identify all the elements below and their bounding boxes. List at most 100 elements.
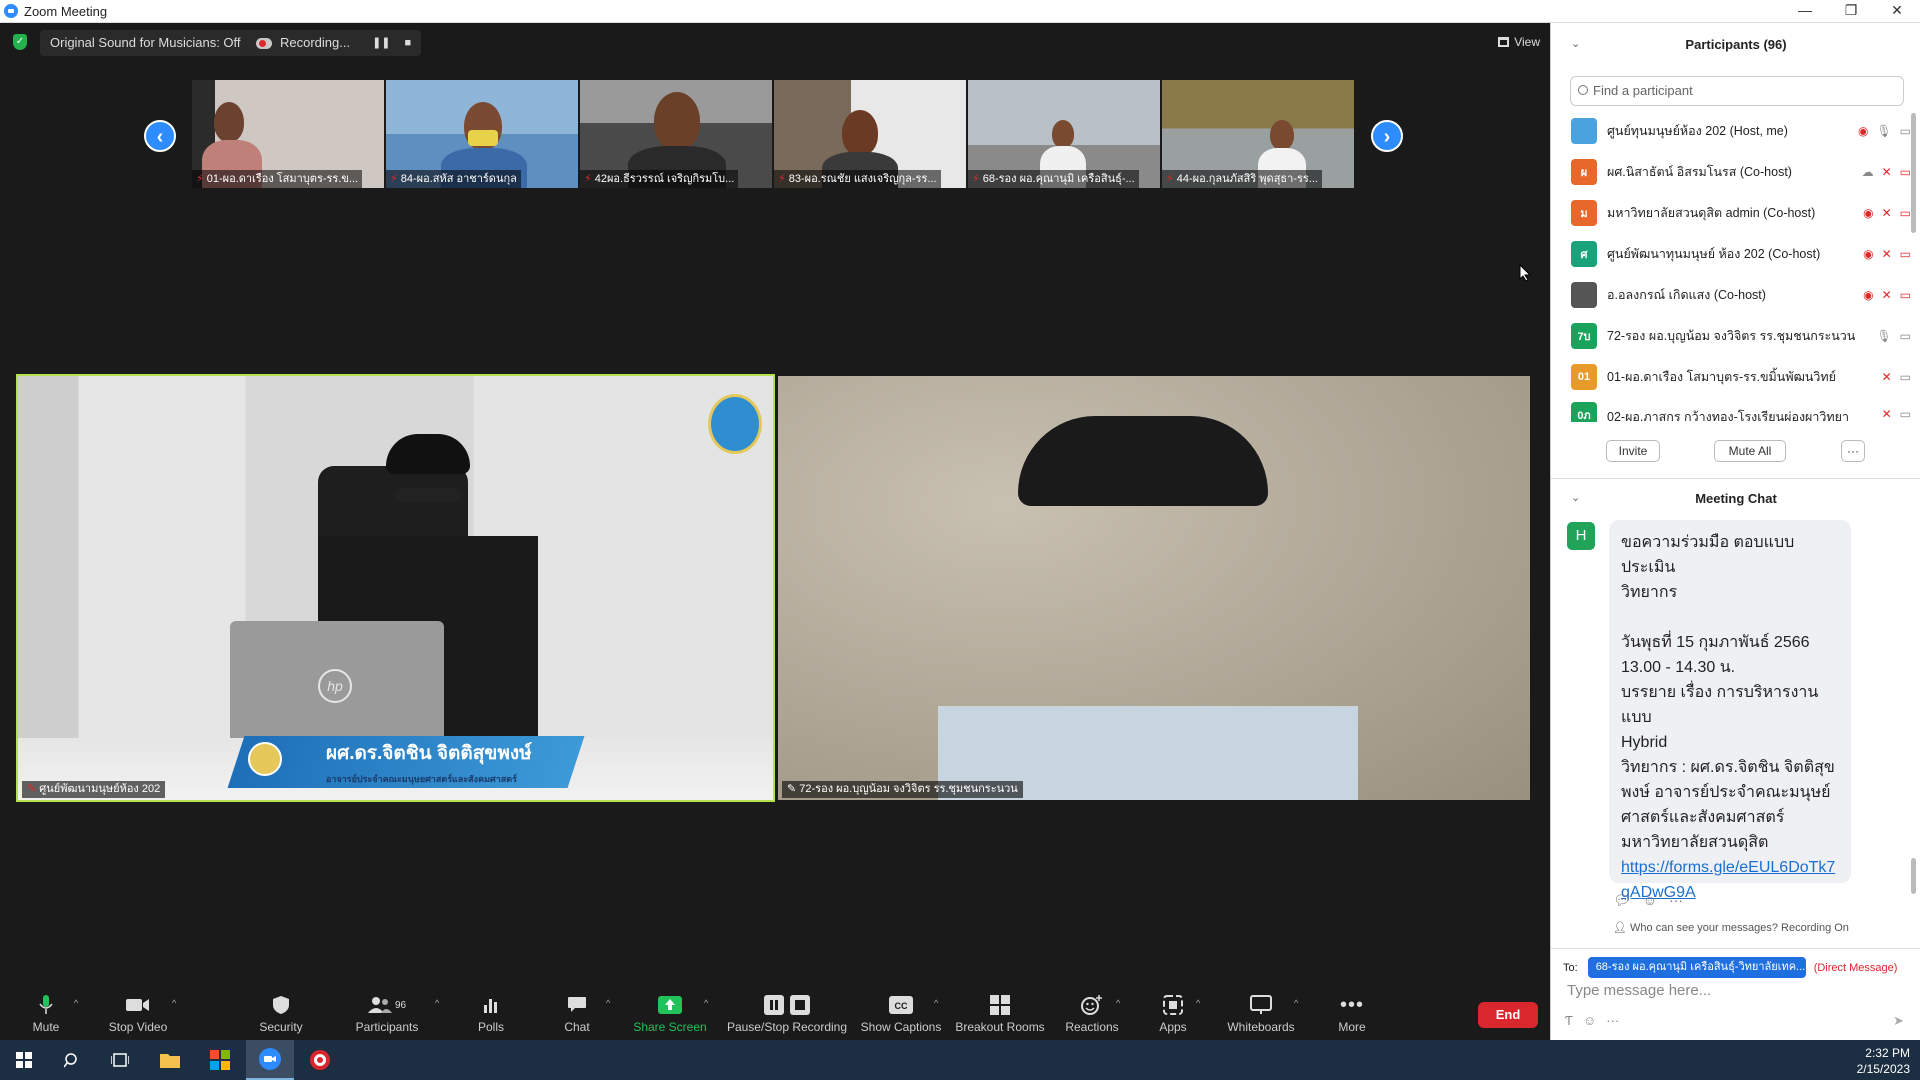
camera-icon[interactable]: ▭ — [1900, 407, 1911, 421]
recipient-dropdown[interactable]: 68-รอง ผอ.คุณานุมิ เครือสินธุ์-วิทยาลัยเ… — [1587, 957, 1806, 978]
mic-muted-icon[interactable]: ✕ — [1882, 206, 1892, 220]
participant-row[interactable]: 01 01-ผอ.ดาเรือง โสมาบุตร-รร.ขมิ้นพัฒนวิ… — [1571, 361, 1911, 393]
show-captions-button[interactable]: CC Show Captions — [861, 980, 941, 1040]
camera-icon[interactable]: ▭ — [1900, 124, 1911, 138]
restore-icon[interactable]: ❐ — [1828, 0, 1874, 23]
security-button[interactable]: Security — [254, 980, 308, 1040]
minimize-icon[interactable]: — — [1782, 0, 1828, 23]
emoji-reaction-icon[interactable]: ☺︎ — [1643, 892, 1657, 909]
participant-row[interactable]: ผ ผศ.นิสาธัตน์ อิสรมโนรส (Co-host) ☁︎ ✕ ▭ — [1571, 156, 1911, 188]
participant-video[interactable]: ✎ 72-รอง ผอ.บุญน้อม จงวิจิตร รร.ชุมชนกระ… — [778, 376, 1530, 800]
recorder-app-icon[interactable] — [296, 1040, 344, 1080]
chat-scrollbar[interactable] — [1911, 858, 1916, 894]
reactions-options-caret[interactable]: ^ — [1116, 998, 1120, 1008]
end-meeting-button[interactable]: End — [1478, 1002, 1538, 1028]
mute-button[interactable]: Mute — [26, 980, 66, 1040]
polls-button[interactable]: Polls — [476, 980, 506, 1040]
windows-store-icon[interactable] — [196, 1040, 244, 1080]
system-clock[interactable]: 2:32 PM 2/15/2023 — [1857, 1045, 1910, 1077]
next-page-arrow[interactable]: › — [1371, 120, 1403, 152]
whiteboards-button[interactable]: Whiteboards — [1226, 980, 1296, 1040]
emoji-icon[interactable]: ☺︎ — [1583, 1013, 1596, 1028]
direct-message-tag: (Direct Message) — [1813, 961, 1898, 974]
chat-more-icon[interactable]: ··· — [1606, 1013, 1619, 1028]
muted-mic-icon: ⚡ — [778, 173, 786, 185]
participant-row[interactable]: ศูนย์ทุนมนุษย์ห้อง 202 (Host, me) ◉ 🎙︎ ▭ — [1571, 115, 1911, 147]
mic-icon[interactable]: 🎙︎ — [1876, 329, 1891, 343]
participant-row[interactable]: ศ ศูนย์พัฒนาทุนมนุษย์ ห้อง 202 (Co-host)… — [1571, 238, 1911, 270]
audio-options-caret[interactable]: ^ — [74, 998, 78, 1008]
participant-search-input[interactable]: Find a participant — [1570, 76, 1904, 106]
task-view-icon[interactable] — [96, 1040, 144, 1080]
participant-row[interactable]: ม มหาวิทยาลัยสวนดุสิต admin (Co-host) ◉ ✕… — [1571, 197, 1911, 229]
apps-button[interactable]: Apps — [1158, 980, 1188, 1040]
thumbnail-video[interactable]: ⚡ 68-รอง ผอ.คุณานุมิ เครือสินธุ์-... — [968, 80, 1160, 188]
camera-icon[interactable]: ▭ — [1900, 329, 1911, 343]
mute-all-button[interactable]: Mute All — [1714, 440, 1786, 462]
message-visibility-note[interactable]: 👤︎ Who can see your messages? Recording … — [1613, 921, 1849, 934]
close-icon[interactable]: ✕ — [1874, 0, 1920, 23]
file-explorer-icon[interactable] — [146, 1040, 194, 1080]
participant-row[interactable]: อ.อลงกรณ์ เกิดแสง (Co-host) ◉ ✕ ▭ — [1571, 279, 1911, 311]
camera-icon[interactable]: ▭ — [1900, 370, 1911, 384]
thumbnail-video[interactable]: ⚡ 44-ผอ.กุลนภัสสิริ พุดสุธา-รร... — [1162, 80, 1354, 188]
chat-message-line: มหาวิทยาลัยสวนดุสิต — [1621, 834, 1769, 851]
participants-more-button[interactable]: ··· — [1841, 440, 1865, 462]
thumbnail-video[interactable]: ⚡ 83-ผอ.รณชัย แสงเจริญกุล-รร... — [774, 80, 966, 188]
send-icon[interactable]: ➤ — [1893, 1013, 1904, 1029]
mic-muted-icon[interactable]: ✕ — [1882, 407, 1892, 421]
zoom-taskbar-icon[interactable] — [246, 1040, 294, 1080]
message-more-icon[interactable]: ··· — [1669, 892, 1683, 909]
reactions-button[interactable]: Reactions — [1065, 980, 1119, 1040]
more-button[interactable]: ••• More — [1336, 980, 1368, 1040]
thumbnail-video[interactable]: ⚡ 01-ผอ.ดาเรือง โสมาบุตร-รร.ข... — [192, 80, 384, 188]
thumbnail-name: ⚡ 83-ผอ.รณชัย แสงเจริญกุล-รร... — [774, 170, 941, 188]
pause-recording-icon[interactable]: ❚❚ — [372, 30, 390, 56]
thumbnail-video[interactable]: ⚡ 84-ผอ.สหัส อาชาร์ดนกุล — [386, 80, 578, 188]
participant-avatar — [1571, 282, 1597, 308]
encryption-shield-icon[interactable]: ✓ — [13, 34, 27, 50]
share-options-caret[interactable]: ^ — [704, 998, 708, 1008]
apps-options-caret[interactable]: ^ — [1196, 998, 1200, 1008]
original-sound-toggle[interactable]: Original Sound for Musicians: Off — [40, 30, 251, 56]
share-screen-button[interactable]: Share Screen — [633, 980, 707, 1040]
stop-video-button[interactable]: Stop Video — [106, 980, 170, 1040]
chat-options-caret[interactable]: ^ — [606, 998, 610, 1008]
invite-button[interactable]: Invite — [1606, 440, 1660, 462]
breakout-rooms-button[interactable]: Breakout Rooms — [955, 980, 1045, 1040]
chat-message-input[interactable]: Type message here... — [1567, 982, 1897, 1006]
participant-avatar: 01 — [1571, 364, 1597, 390]
format-text-icon[interactable]: Ƭ — [1565, 1013, 1573, 1028]
active-speaker-video[interactable]: hp ผศ.ดร.จิตชิน จิตติสุขพงษ์ อาจารย์ประจ… — [16, 374, 775, 802]
camera-off-icon[interactable]: ▭ — [1900, 165, 1911, 179]
video-options-caret[interactable]: ^ — [172, 998, 176, 1008]
video-name-label: ✎ ศูนย์พัฒนามนุษย์ห้อง 202 — [22, 781, 166, 798]
mic-icon[interactable]: 🎙︎ — [1876, 124, 1891, 138]
speaker-hair — [386, 434, 470, 474]
taskbar-search-icon[interactable] — [48, 1040, 96, 1080]
pause-stop-recording-button[interactable]: Pause/Stop Recording — [726, 980, 848, 1040]
participant-row[interactable]: 7บ 72-รอง ผอ.บุญน้อม จงวิจิตร รร.ชุมชนกร… — [1571, 320, 1911, 352]
whiteboards-options-caret[interactable]: ^ — [1294, 998, 1298, 1008]
camera-off-icon[interactable]: ▭ — [1900, 247, 1911, 261]
reply-icon[interactable]: 💬︎ — [1613, 892, 1631, 909]
participants-options-caret[interactable]: ^ — [435, 998, 439, 1008]
participant-row[interactable]: 0ภ 02-ผอ.ภาสกร กว้างทอง-โรงเรียนผ่องผาวิ… — [1571, 402, 1911, 422]
thumbnail-video[interactable]: ⚡ 42ผอ.ธีรวรรณ์ เจริญกิรมโบ... — [580, 80, 772, 188]
mic-muted-icon[interactable]: ✕ — [1882, 288, 1892, 302]
view-button[interactable]: View — [1498, 35, 1540, 49]
stop-recording-icon[interactable]: ■ — [405, 30, 412, 56]
chat-recipient-row: To: 68-รอง ผอ.คุณานุมิ เครือสินธุ์-วิทยา… — [1563, 957, 1897, 978]
mic-muted-icon[interactable]: ✕ — [1882, 370, 1892, 384]
camera-off-icon[interactable]: ▭ — [1900, 206, 1911, 220]
windows-start-icon[interactable] — [0, 1040, 48, 1080]
camera-off-icon[interactable]: ▭ — [1900, 288, 1911, 302]
mic-muted-icon[interactable]: ✕ — [1882, 247, 1892, 261]
mic-muted-icon[interactable]: ✕ — [1882, 165, 1892, 179]
participants-button[interactable]: 96 Participants — [354, 980, 420, 1040]
participants-scrollbar[interactable] — [1911, 113, 1916, 233]
prev-page-arrow[interactable]: ‹ — [144, 120, 176, 152]
chat-button[interactable]: Chat — [562, 980, 592, 1040]
more-dots-icon: ••• — [1339, 993, 1364, 1016]
captions-options-caret[interactable]: ^ — [934, 998, 938, 1008]
